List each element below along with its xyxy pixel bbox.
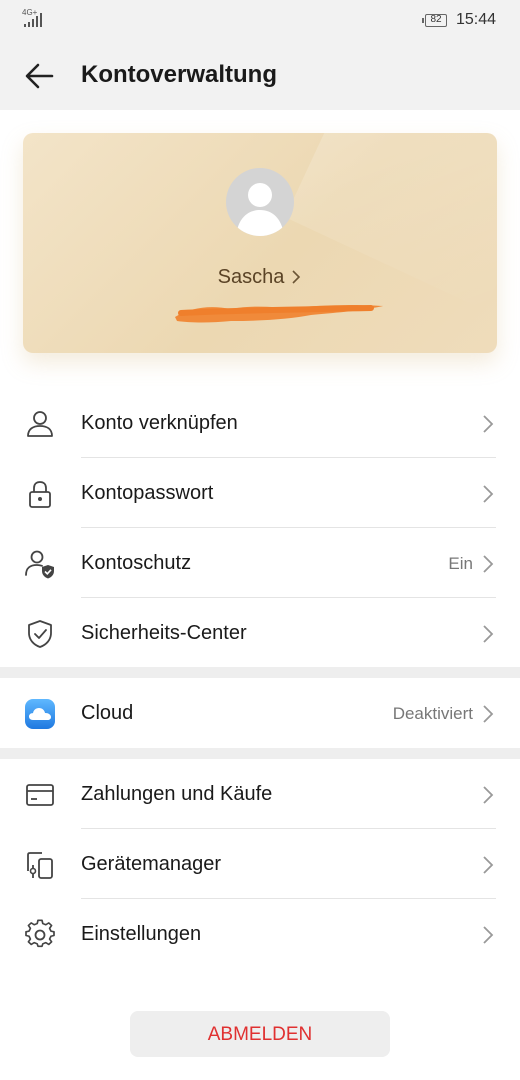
section-separator [0, 748, 520, 759]
card-icon [26, 784, 54, 806]
cloud-section: Cloud Deaktiviert [0, 678, 520, 748]
person-shield-icon [25, 550, 54, 579]
account-section: Konto verknüpfen Kontopasswort Kontoschu… [0, 388, 520, 668]
chevron-right-icon [483, 926, 494, 944]
chevron-right-icon [483, 485, 494, 503]
chevron-right-icon [483, 555, 494, 573]
list-item-konto-verknuepfen[interactable]: Konto verknüpfen [0, 388, 520, 458]
shield-check-icon [28, 620, 52, 648]
person-icon [27, 411, 53, 437]
avatar[interactable] [226, 168, 294, 236]
profile-card[interactable]: Sascha [23, 133, 497, 353]
item-value: Ein [448, 554, 473, 573]
chevron-right-icon [483, 856, 494, 874]
item-label: Kontoschutz [81, 552, 192, 574]
chevron-right-icon [483, 625, 494, 643]
status-bar: 4G+ 82 15:44 [0, 0, 520, 42]
chevron-right-icon [483, 415, 494, 433]
signal-icon [24, 13, 42, 27]
item-label: Sicherheits-Center [81, 622, 247, 644]
list-item-kontoschutz[interactable]: Kontoschutz Ein [0, 528, 520, 598]
profile-name: Sascha [217, 266, 285, 288]
app-bar: Kontoverwaltung [0, 42, 520, 110]
page-title: Kontoverwaltung [81, 61, 277, 88]
email-redaction-scribble [175, 304, 383, 323]
chevron-right-icon [292, 270, 301, 284]
battery-icon: 82 [422, 14, 447, 27]
profile-name-row[interactable]: Sascha [23, 266, 497, 289]
cloud-icon [25, 699, 55, 729]
list-item-cloud[interactable]: Cloud Deaktiviert [0, 678, 520, 748]
item-label: Kontopasswort [81, 482, 214, 504]
item-label: Einstellungen [81, 923, 202, 945]
lock-icon [29, 481, 51, 508]
list-item-geraetemanager[interactable]: Gerätemanager [0, 829, 520, 899]
list-item-kontopasswort[interactable]: Kontopasswort [0, 458, 520, 528]
item-label: Zahlungen und Käufe [81, 783, 273, 805]
logout-button[interactable]: ABMELDEN [130, 1011, 390, 1057]
chevron-right-icon [483, 705, 494, 723]
item-label: Cloud [81, 702, 134, 724]
chevron-right-icon [483, 786, 494, 804]
more-section: Zahlungen und Käufe Gerätemanager Einste… [0, 759, 520, 969]
item-value: Deaktiviert [392, 704, 473, 723]
clock: 15:44 [456, 11, 497, 28]
item-label: Gerätemanager [81, 853, 222, 875]
item-label: Konto verknüpfen [81, 412, 238, 434]
arrow-left-icon[interactable] [22, 58, 58, 94]
list-item-einstellungen[interactable]: Einstellungen [0, 899, 520, 969]
list-item-sicherheits-center[interactable]: Sicherheits-Center [0, 598, 520, 668]
list-item-zahlungen[interactable]: Zahlungen und Käufe [0, 759, 520, 829]
devices-icon [27, 852, 53, 879]
user-silhouette-icon [236, 183, 284, 236]
section-separator [0, 667, 520, 678]
gear-icon [25, 919, 55, 948]
